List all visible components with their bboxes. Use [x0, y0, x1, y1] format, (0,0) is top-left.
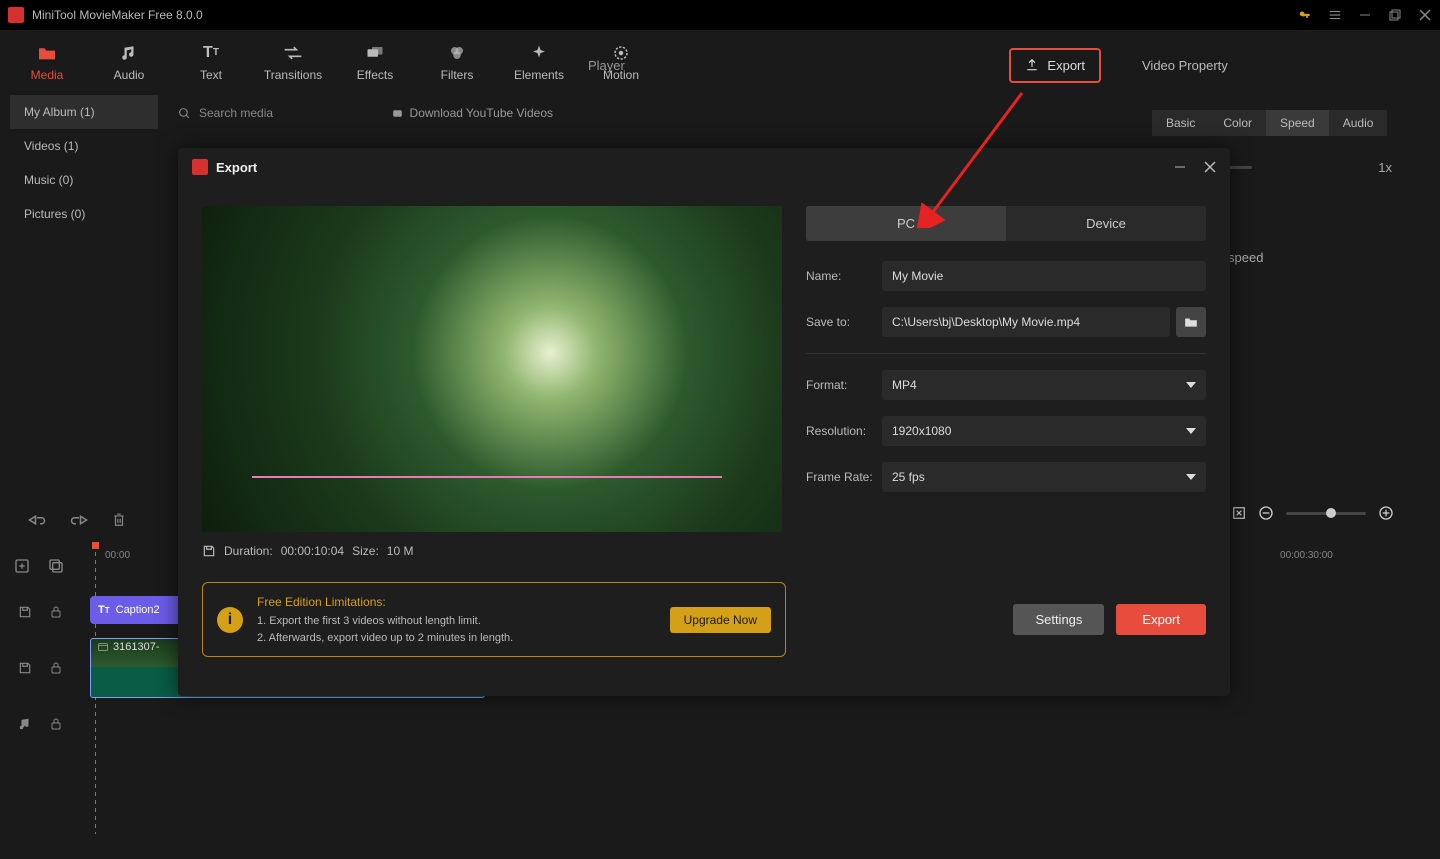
titlebar: MiniTool MovieMaker Free 8.0.0 [0, 0, 1440, 30]
music-note-icon [119, 44, 139, 62]
tool-media[interactable]: Media [8, 30, 86, 95]
chevron-down-icon [1186, 428, 1196, 434]
track-lock-icon[interactable] [50, 717, 62, 731]
effects-icon [365, 44, 385, 62]
upgrade-button[interactable]: Upgrade Now [670, 607, 771, 633]
name-input[interactable] [882, 261, 1206, 291]
framerate-label: Frame Rate: [806, 470, 882, 484]
info-icon: i [217, 607, 243, 633]
sidebar-item-music[interactable]: Music (0) [10, 163, 158, 197]
track-lock-icon[interactable] [50, 605, 62, 619]
chevron-down-icon [1186, 382, 1196, 388]
tool-text[interactable]: TT Text [172, 30, 250, 95]
filters-icon [447, 44, 467, 62]
sidebar-item-myalbum[interactable]: My Album (1) [10, 95, 158, 129]
format-label: Format: [806, 378, 882, 392]
track-save-icon[interactable] [18, 605, 32, 619]
saveto-input[interactable] [882, 307, 1170, 337]
tab-basic[interactable]: Basic [1152, 110, 1209, 136]
export-meta: Duration: 00:00:10:04 Size: 10 M [178, 544, 1230, 572]
tool-elements[interactable]: Elements [500, 30, 578, 95]
key-icon[interactable] [1298, 8, 1312, 22]
saveto-label: Save to: [806, 315, 882, 329]
name-label: Name: [806, 269, 882, 283]
browse-button[interactable] [1176, 307, 1206, 337]
tab-color[interactable]: Color [1209, 110, 1266, 136]
prop-tabs: Basic Color Speed Audio [1152, 110, 1387, 136]
expand-icon[interactable] [1232, 506, 1246, 520]
zoom-out-icon[interactable] [1258, 505, 1274, 521]
export-modal: Export PC Device Name: Save to: [178, 148, 1230, 696]
tool-transitions[interactable]: Transitions [254, 30, 332, 95]
export-top-button[interactable]: Export [1009, 48, 1101, 83]
delete-icon[interactable] [112, 512, 126, 528]
export-tab-device[interactable]: Device [1006, 206, 1206, 241]
export-icon [1025, 58, 1039, 72]
track-lock-icon[interactable] [50, 661, 62, 675]
film-icon [97, 641, 109, 653]
dup-track-icon[interactable] [48, 558, 64, 574]
prop-header: Video Property [1130, 40, 1410, 90]
framerate-select[interactable]: 25 fps [882, 462, 1206, 492]
limitation-box: i Free Edition Limitations: 1. Export th… [202, 582, 786, 657]
text-icon: TT [201, 44, 221, 62]
audio-track-icon[interactable] [18, 717, 32, 731]
menu-icon[interactable] [1328, 8, 1342, 22]
resolution-label: Resolution: [806, 424, 882, 438]
tool-filters[interactable]: Filters [418, 30, 496, 95]
export-button[interactable]: Export [1116, 604, 1206, 635]
add-track-icon[interactable] [14, 558, 30, 574]
ruler-time-30: 00:00:30:00 [1280, 550, 1333, 561]
transitions-icon [283, 44, 303, 62]
sidebar-item-pictures[interactable]: Pictures (0) [10, 197, 158, 231]
app-logo-icon [8, 7, 24, 23]
format-select[interactable]: MP4 [882, 370, 1206, 400]
limitation-line1: 1. Export the first 3 videos without len… [257, 613, 656, 630]
app-title: MiniTool MovieMaker Free 8.0.0 [32, 8, 203, 22]
sidebar: My Album (1) Videos (1) Music (0) Pictur… [10, 95, 158, 231]
modal-logo-icon [192, 159, 208, 175]
export-form: PC Device Name: Save to: Format: MP4 [806, 206, 1206, 532]
zoom-slider[interactable] [1286, 512, 1366, 515]
download-youtube-link[interactable]: Download YouTube Videos [391, 106, 553, 120]
disk-icon [202, 544, 216, 558]
modal-minimize-icon[interactable] [1174, 161, 1186, 173]
player-header: Player Export [572, 40, 1117, 90]
modal-close-icon[interactable] [1204, 161, 1216, 173]
player-title: Player [588, 58, 625, 73]
export-tab-pc[interactable]: PC [806, 206, 1006, 241]
timeline-controls [10, 505, 190, 535]
track-save-icon[interactable] [18, 661, 32, 675]
tool-audio[interactable]: Audio [90, 30, 168, 95]
modal-title: Export [216, 160, 257, 175]
tab-audio[interactable]: Audio [1329, 110, 1388, 136]
zoom-in-icon[interactable] [1378, 505, 1394, 521]
sparkle-icon [529, 44, 549, 62]
redo-icon[interactable] [70, 513, 88, 527]
undo-icon[interactable] [28, 513, 46, 527]
sidebar-item-videos[interactable]: Videos (1) [10, 129, 158, 163]
folder-icon [1184, 316, 1198, 328]
folder-icon [37, 44, 57, 62]
chevron-down-icon [1186, 474, 1196, 480]
limitation-title: Free Edition Limitations: [257, 593, 656, 611]
maximize-icon[interactable] [1388, 8, 1402, 22]
playback-right [1232, 505, 1394, 521]
text-clip-icon: TT [98, 604, 110, 616]
close-icon[interactable] [1418, 8, 1432, 22]
tool-effects[interactable]: Effects [336, 30, 414, 95]
resolution-select[interactable]: 1920x1080 [882, 416, 1206, 446]
mediabar: Search media Download YouTube Videos [168, 98, 563, 128]
ruler-time-0: 00:00 [105, 550, 130, 561]
limitation-line2: 2. Afterwards, export video up to 2 minu… [257, 630, 656, 647]
search-input[interactable]: Search media [178, 106, 273, 120]
settings-button[interactable]: Settings [1013, 604, 1104, 635]
speed-value: 1x [1378, 160, 1392, 175]
prop-title: Video Property [1142, 58, 1228, 73]
search-icon [178, 107, 191, 120]
tab-speed[interactable]: Speed [1266, 110, 1329, 136]
minimize-icon[interactable] [1358, 8, 1372, 22]
export-preview [202, 206, 782, 532]
download-icon [391, 107, 404, 120]
